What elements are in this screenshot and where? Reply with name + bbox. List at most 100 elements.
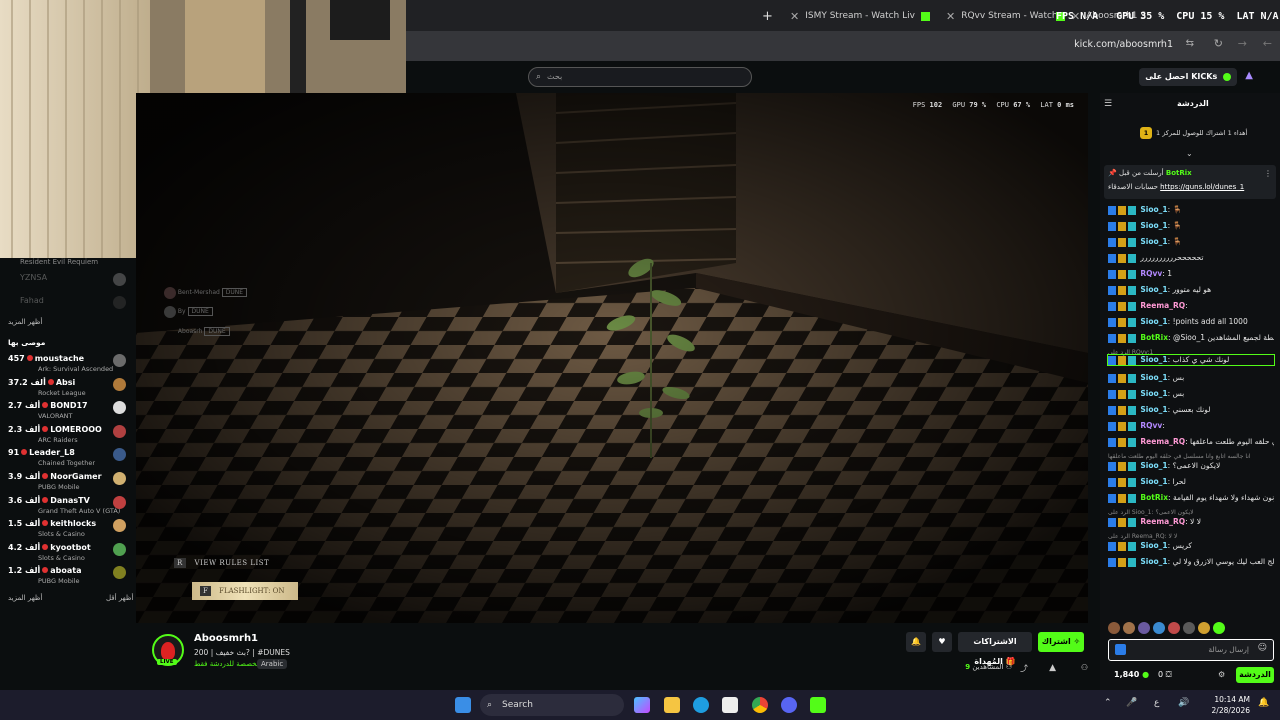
chat-username[interactable]: Sioo_1: [1140, 237, 1167, 246]
profile-icon[interactable]: ▲: [1245, 70, 1253, 81]
chat-username[interactable]: BotRix: [1140, 333, 1168, 342]
more-options-icon[interactable]: ⋮: [1264, 169, 1272, 178]
chat-message[interactable]: Sioo_1: بس: [1108, 373, 1274, 383]
smiley-icon[interactable]: ☺: [1258, 643, 1267, 653]
volume-icon[interactable]: 🔊: [1178, 698, 1189, 708]
file-explorer-icon[interactable]: [664, 697, 680, 713]
chat-username[interactable]: RQvv: [1140, 421, 1162, 430]
edge-icon[interactable]: [693, 697, 709, 713]
start-icon[interactable]: [455, 697, 471, 713]
chat-username[interactable]: Reema_RQ: [1140, 517, 1185, 526]
share-icon[interactable]: ⤴: [1020, 663, 1028, 674]
input-language[interactable]: ع: [1154, 698, 1159, 708]
user-menu-icon[interactable]: ⚇: [1081, 663, 1088, 672]
sidebar-item[interactable]: Resident Evil Requiem: [8, 258, 130, 266]
new-tab-button[interactable]: +: [762, 6, 773, 26]
discord-icon[interactable]: [781, 697, 797, 713]
chat-username[interactable]: Sioo_1: [1140, 389, 1167, 398]
emote-icon[interactable]: [1213, 622, 1225, 634]
forward-icon[interactable]: →: [1238, 37, 1247, 50]
back-icon[interactable]: ←: [1263, 37, 1272, 50]
close-icon[interactable]: ✕: [946, 10, 955, 23]
chat-message[interactable]: Sioo_1: لايكون الاعمى؟: [1108, 461, 1274, 471]
chat-username[interactable]: Sioo_1: [1140, 221, 1167, 230]
chrome-icon[interactable]: [752, 697, 768, 713]
store-icon[interactable]: [722, 697, 738, 713]
chat-username[interactable]: RQvv: [1140, 269, 1162, 278]
browser-tab[interactable]: ✕ ISMY Stream - Watch Live on Kick: [790, 6, 931, 26]
stream-category[interactable]: مخصصة للدردشة فقط: [194, 660, 260, 668]
emote-icon[interactable]: [1183, 622, 1195, 634]
sidebar-channel[interactable]: 3.9 ألف NoorGamer PUBG Mobile: [8, 472, 130, 491]
emote-icon[interactable]: [1138, 622, 1150, 634]
show-less-link[interactable]: أظهر أقل: [106, 594, 133, 602]
chat-username[interactable]: Reema_RQ: [1140, 301, 1185, 310]
chat-message[interactable]: BotRix: @Sioo_1 تمت إضافة 1000 نقطة لجمي…: [1108, 333, 1274, 343]
subscribe-button[interactable]: اشتراك ✧: [1038, 632, 1084, 652]
sidebar-channel[interactable]: 1.5 ألف keithlocks Slots & Casino: [8, 519, 130, 538]
chat-username[interactable]: Sioo_1: [1140, 355, 1167, 364]
chevron-up-icon[interactable]: ⌃: [1104, 698, 1112, 708]
chat-username[interactable]: BotRix: [1140, 493, 1168, 502]
chat-message[interactable]: Sioo_1: 🪑: [1108, 221, 1274, 231]
url-text[interactable]: kick.com/aboosmrh1: [1074, 39, 1173, 50]
sidebar-channel[interactable]: 3.6 ألف DanasTV Grand Theft Auto V (GTA): [8, 495, 130, 515]
sidebar-channel[interactable]: 91 Leader_L8 Chained Together: [8, 448, 130, 467]
chat-username[interactable]: Reema_RQ: [1140, 437, 1185, 446]
chat-message[interactable]: Reema_RQ: انا جالسه اتابع وانا مسلسل في …: [1108, 437, 1274, 447]
chat-message[interactable]: Sioo_1: كريس: [1108, 541, 1274, 551]
emote-icon[interactable]: [1153, 622, 1165, 634]
chat-message[interactable]: Sioo_1: 🪑: [1108, 205, 1274, 215]
notify-button[interactable]: 🔔: [906, 632, 926, 652]
get-kicks-button[interactable]: احصل على KICKs: [1139, 68, 1237, 86]
settings-icon[interactable]: ⚙: [1218, 670, 1225, 679]
chat-message[interactable]: Reema_RQ: لا لا: [1108, 517, 1274, 527]
language-tag[interactable]: Arabic: [257, 659, 288, 669]
chat-message[interactable]: Sioo_1: لونك شي ي كذاب: [1107, 354, 1275, 366]
chat-message[interactable]: Sioo_1: !points add all 1000: [1108, 317, 1274, 327]
site-settings-icon[interactable]: ⇆: [1186, 38, 1194, 49]
chat-username[interactable]: Sioo_1: [1140, 477, 1167, 486]
collapse-chat-icon[interactable]: ☰: [1104, 99, 1112, 109]
chat-username[interactable]: Sioo_1: [1140, 557, 1167, 566]
chat-message[interactable]: Sioo_1: هو ليه متوور: [1108, 285, 1274, 295]
mic-icon[interactable]: 🎤: [1126, 698, 1137, 708]
chat-message[interactable]: تحححححرررررررررر: [1108, 253, 1274, 263]
chat-message[interactable]: Sioo_1: بس: [1108, 389, 1274, 399]
sidebar-channel[interactable]: 457 moustache Ark: Survival Ascended: [8, 354, 130, 373]
kick-app-icon[interactable]: [810, 697, 826, 713]
emote-picker-icon[interactable]: [1115, 644, 1126, 655]
taskbar-search[interactable]: ⌕ Search: [480, 694, 624, 716]
chat-username[interactable]: Sioo_1: [1140, 541, 1167, 550]
chat-username[interactable]: Sioo_1: [1140, 317, 1167, 326]
gift-subs-button[interactable]: الاشتراكات المُهداة 🎁: [958, 632, 1032, 666]
chat-message[interactable]: Reema_RQ:: [1108, 301, 1274, 311]
sidebar-channel[interactable]: 1.2 ألف aboata PUBG Mobile: [8, 566, 130, 585]
emote-icon[interactable]: [1123, 622, 1135, 634]
pinned-link[interactable]: https://guns.lol/dunes_1: [1160, 183, 1244, 191]
kicks-display[interactable]: 0 ⛋: [1158, 670, 1172, 680]
channel-name[interactable]: Aboosmrh1: [194, 633, 258, 644]
chat-message[interactable]: BotRix: إن اللاعبين لا يكونون شهداء ولا …: [1108, 493, 1274, 503]
show-more-link[interactable]: أظهر المزيد: [8, 318, 130, 326]
browser-tab[interactable]: ✕ RQvv Stream - Watch Live on Kick: [946, 6, 1061, 26]
sidebar-channel[interactable]: 4.2 ألف kyootbot Slots & Casino: [8, 542, 130, 562]
report-icon[interactable]: ▲: [1049, 663, 1056, 673]
points-display[interactable]: 1,840 ●: [1114, 670, 1149, 679]
emote-icon[interactable]: [1108, 622, 1120, 634]
sidebar-channel[interactable]: 2.7 ألف BOND17 VALORANT: [8, 401, 130, 420]
chat-message[interactable]: RQvv:: [1108, 421, 1274, 431]
chat-username[interactable]: Sioo_1: [1140, 405, 1167, 414]
video-player[interactable]: FPS 102 GPU 79 % CPU 67 % LAT 0 ms Bent-…: [136, 93, 1088, 623]
sidebar-channel[interactable]: 37.2 ألف Absi Rocket League: [8, 377, 130, 397]
emote-icon[interactable]: [1168, 622, 1180, 634]
search-input[interactable]: ⌕ بحث: [528, 67, 752, 87]
chat-message[interactable]: RQvv: 1: [1108, 269, 1274, 279]
chat-input[interactable]: إرسال رسالة ☺: [1108, 639, 1274, 661]
send-chat-button[interactable]: الدردشة: [1236, 667, 1274, 683]
copilot-icon[interactable]: [634, 697, 650, 713]
follow-button[interactable]: ♥: [932, 632, 952, 652]
sidebar-channel[interactable]: 2.3 ألف LOMEROOO ARC Raiders: [8, 424, 130, 444]
chat-username[interactable]: Sioo_1: [1140, 205, 1167, 214]
chat-username[interactable]: Sioo_1: [1140, 285, 1167, 294]
